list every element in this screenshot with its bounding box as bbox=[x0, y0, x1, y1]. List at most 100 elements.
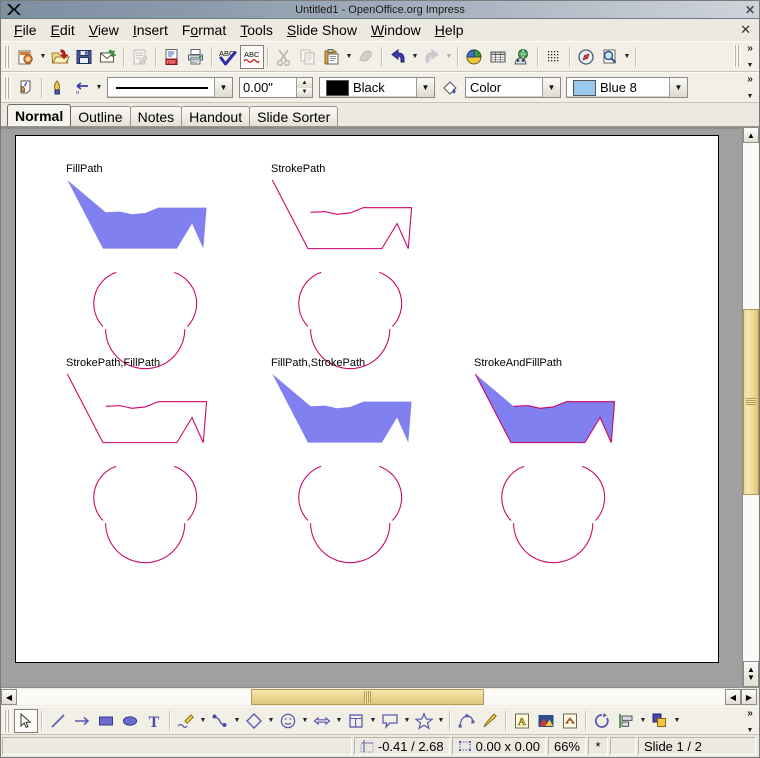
fontwork-button[interactable]: A bbox=[510, 709, 534, 733]
zoom-dropdown-icon[interactable]: ▼ bbox=[622, 45, 632, 69]
menu-tools[interactable]: Tools bbox=[233, 21, 280, 39]
new-document-button[interactable] bbox=[14, 45, 38, 69]
symbol-shapes-dropdown-icon[interactable]: ▼ bbox=[300, 709, 310, 733]
flowchart-dropdown-icon[interactable]: ▼ bbox=[368, 709, 378, 733]
shape-group-strokepath[interactable]: StrokePath bbox=[271, 163, 413, 370]
fill-color-combo[interactable]: Blue 8 ▼ bbox=[566, 77, 688, 98]
points-button[interactable] bbox=[454, 709, 478, 733]
shape-group-strokepath-fillpath[interactable]: StrokePath,FillPath bbox=[66, 357, 208, 564]
drawing-toolbar-overflow-button[interactable]: » ▼ bbox=[743, 708, 757, 734]
stars-dropdown-icon[interactable]: ▼ bbox=[436, 709, 446, 733]
autospellcheck-button[interactable]: ABC bbox=[240, 44, 264, 69]
callout-shapes-button[interactable] bbox=[378, 709, 402, 733]
status-slide-info[interactable]: Slide 1 / 2 bbox=[638, 737, 756, 755]
horizontal-scroll-end-buttons[interactable]: ◀ ▶ bbox=[725, 689, 759, 705]
menu-format[interactable]: Format bbox=[175, 21, 233, 39]
alignment-button[interactable] bbox=[614, 709, 638, 733]
vertical-scrollbar[interactable]: ▲ ▲ ▼ bbox=[742, 127, 759, 687]
menu-help[interactable]: Help bbox=[428, 21, 471, 39]
shape-group-fillpath[interactable]: FillPath bbox=[66, 163, 207, 370]
document-close-icon[interactable]: ✕ bbox=[740, 22, 751, 38]
status-object-size[interactable]: 0.00 x 0.00 bbox=[451, 737, 546, 755]
arrow-style-dropdown-icon[interactable]: ▼ bbox=[94, 76, 104, 100]
toolbar-grip[interactable] bbox=[4, 709, 11, 732]
tab-normal[interactable]: Normal bbox=[7, 104, 72, 126]
line-width-value[interactable]: 0.00" bbox=[240, 80, 296, 95]
shape-group-fillpath-strokepath[interactable]: FillPath,StrokePath bbox=[271, 357, 412, 564]
slide-page[interactable]: FillPath StrokePath StrokePath,FillPath … bbox=[15, 135, 719, 663]
callout-dropdown-icon[interactable]: ▼ bbox=[402, 709, 412, 733]
alignment-dropdown-icon[interactable]: ▼ bbox=[638, 709, 648, 733]
paste-dropdown-icon[interactable]: ▼ bbox=[344, 45, 354, 69]
menu-edit[interactable]: Edit bbox=[44, 21, 82, 39]
scroll-far-right-button[interactable]: ▶ bbox=[741, 689, 757, 705]
scroll-up-button[interactable]: ▲ bbox=[743, 127, 759, 143]
save-button[interactable] bbox=[72, 45, 96, 69]
slide-canvas[interactable]: FillPath StrokePath StrokePath,FillPath … bbox=[1, 127, 742, 687]
horizontal-scroll-thumb[interactable] bbox=[250, 689, 485, 705]
line-color-dropdown-icon[interactable]: ▼ bbox=[416, 78, 434, 97]
tab-outline[interactable]: Outline bbox=[70, 106, 131, 126]
email-button[interactable] bbox=[96, 45, 120, 69]
cut-button[interactable] bbox=[272, 45, 296, 69]
shape-group-strokeandfillpath[interactable]: StrokeAndFillPath bbox=[474, 357, 616, 564]
connector-dropdown-icon[interactable]: ▼ bbox=[232, 709, 242, 733]
curve-tool-button[interactable] bbox=[174, 709, 198, 733]
stars-shapes-button[interactable] bbox=[412, 709, 436, 733]
redo-button[interactable] bbox=[420, 45, 444, 69]
menu-window[interactable]: Window bbox=[364, 21, 428, 39]
scroll-page-down-icon[interactable]: ▼ bbox=[747, 674, 755, 682]
menu-view[interactable]: View bbox=[82, 21, 126, 39]
export-pdf-button[interactable]: PDF bbox=[160, 45, 184, 69]
ellipse-tool-button[interactable] bbox=[118, 709, 142, 733]
text-tool-button[interactable]: T bbox=[142, 709, 166, 733]
arrange-button[interactable] bbox=[648, 709, 672, 733]
rectangle-tool-button[interactable] bbox=[94, 709, 118, 733]
flowchart-shapes-button[interactable] bbox=[344, 709, 368, 733]
vertical-scroll-track[interactable] bbox=[743, 143, 759, 661]
print-button[interactable] bbox=[184, 45, 208, 69]
line-width-up-icon[interactable]: ▲ bbox=[297, 78, 312, 88]
tab-slide-sorter[interactable]: Slide Sorter bbox=[249, 106, 339, 126]
horizontal-scrollbar[interactable]: ◀ ◀ ▶ bbox=[1, 687, 759, 706]
area-style-button[interactable] bbox=[438, 76, 462, 100]
rotate-button[interactable] bbox=[590, 709, 614, 733]
horizontal-scroll-track[interactable] bbox=[17, 689, 725, 705]
navigator-button[interactable] bbox=[574, 45, 598, 69]
line-color-combo[interactable]: Black ▼ bbox=[319, 77, 435, 98]
fill-style-dropdown-icon[interactable]: ▼ bbox=[542, 78, 560, 97]
status-modified[interactable]: * bbox=[588, 737, 608, 755]
arrange-dropdown-icon[interactable]: ▼ bbox=[672, 709, 682, 733]
menu-slide-show[interactable]: Slide Show bbox=[280, 21, 364, 39]
toolbar-grip[interactable] bbox=[4, 45, 11, 68]
basic-shapes-dropdown-icon[interactable]: ▼ bbox=[266, 709, 276, 733]
select-tool-button[interactable] bbox=[14, 76, 38, 100]
spelling-button[interactable]: ABC bbox=[216, 45, 240, 69]
status-cursor-position[interactable]: -0.41 / 2.68 bbox=[353, 737, 450, 755]
vertical-scroll-thumb[interactable] bbox=[743, 308, 759, 496]
toolbar-right-grip[interactable] bbox=[734, 45, 741, 67]
new-document-dropdown-icon[interactable]: ▼ bbox=[38, 45, 48, 69]
curve-dropdown-icon[interactable]: ▼ bbox=[198, 709, 208, 733]
line-style-combo[interactable]: ▼ bbox=[107, 77, 233, 98]
status-zoom[interactable]: 66% bbox=[547, 737, 586, 755]
scroll-right-button[interactable]: ◀ bbox=[725, 689, 741, 705]
line-fill-toolbar-overflow-button[interactable]: » ▼ bbox=[743, 74, 757, 100]
connector-tool-button[interactable] bbox=[208, 709, 232, 733]
toolbar-grip[interactable] bbox=[4, 76, 11, 99]
insert-table-button[interactable] bbox=[486, 45, 510, 69]
fill-color-dropdown-icon[interactable]: ▼ bbox=[669, 78, 687, 97]
select-tool-button[interactable] bbox=[14, 708, 38, 733]
symbol-shapes-button[interactable] bbox=[276, 709, 300, 733]
tab-handout[interactable]: Handout bbox=[181, 106, 251, 126]
block-arrows-dropdown-icon[interactable]: ▼ bbox=[334, 709, 344, 733]
insert-chart-button[interactable] bbox=[462, 45, 486, 69]
arrow-style-button[interactable]: α bbox=[70, 76, 94, 100]
block-arrows-button[interactable] bbox=[310, 709, 334, 733]
line-width-spinner[interactable]: 0.00" ▲ ▼ bbox=[239, 77, 313, 98]
window-close-icon[interactable]: ✕ bbox=[745, 3, 755, 17]
arrow-tool-button[interactable] bbox=[70, 709, 94, 733]
undo-button[interactable] bbox=[386, 45, 410, 69]
menu-file[interactable]: File bbox=[7, 21, 44, 39]
status-signature[interactable] bbox=[610, 737, 636, 755]
